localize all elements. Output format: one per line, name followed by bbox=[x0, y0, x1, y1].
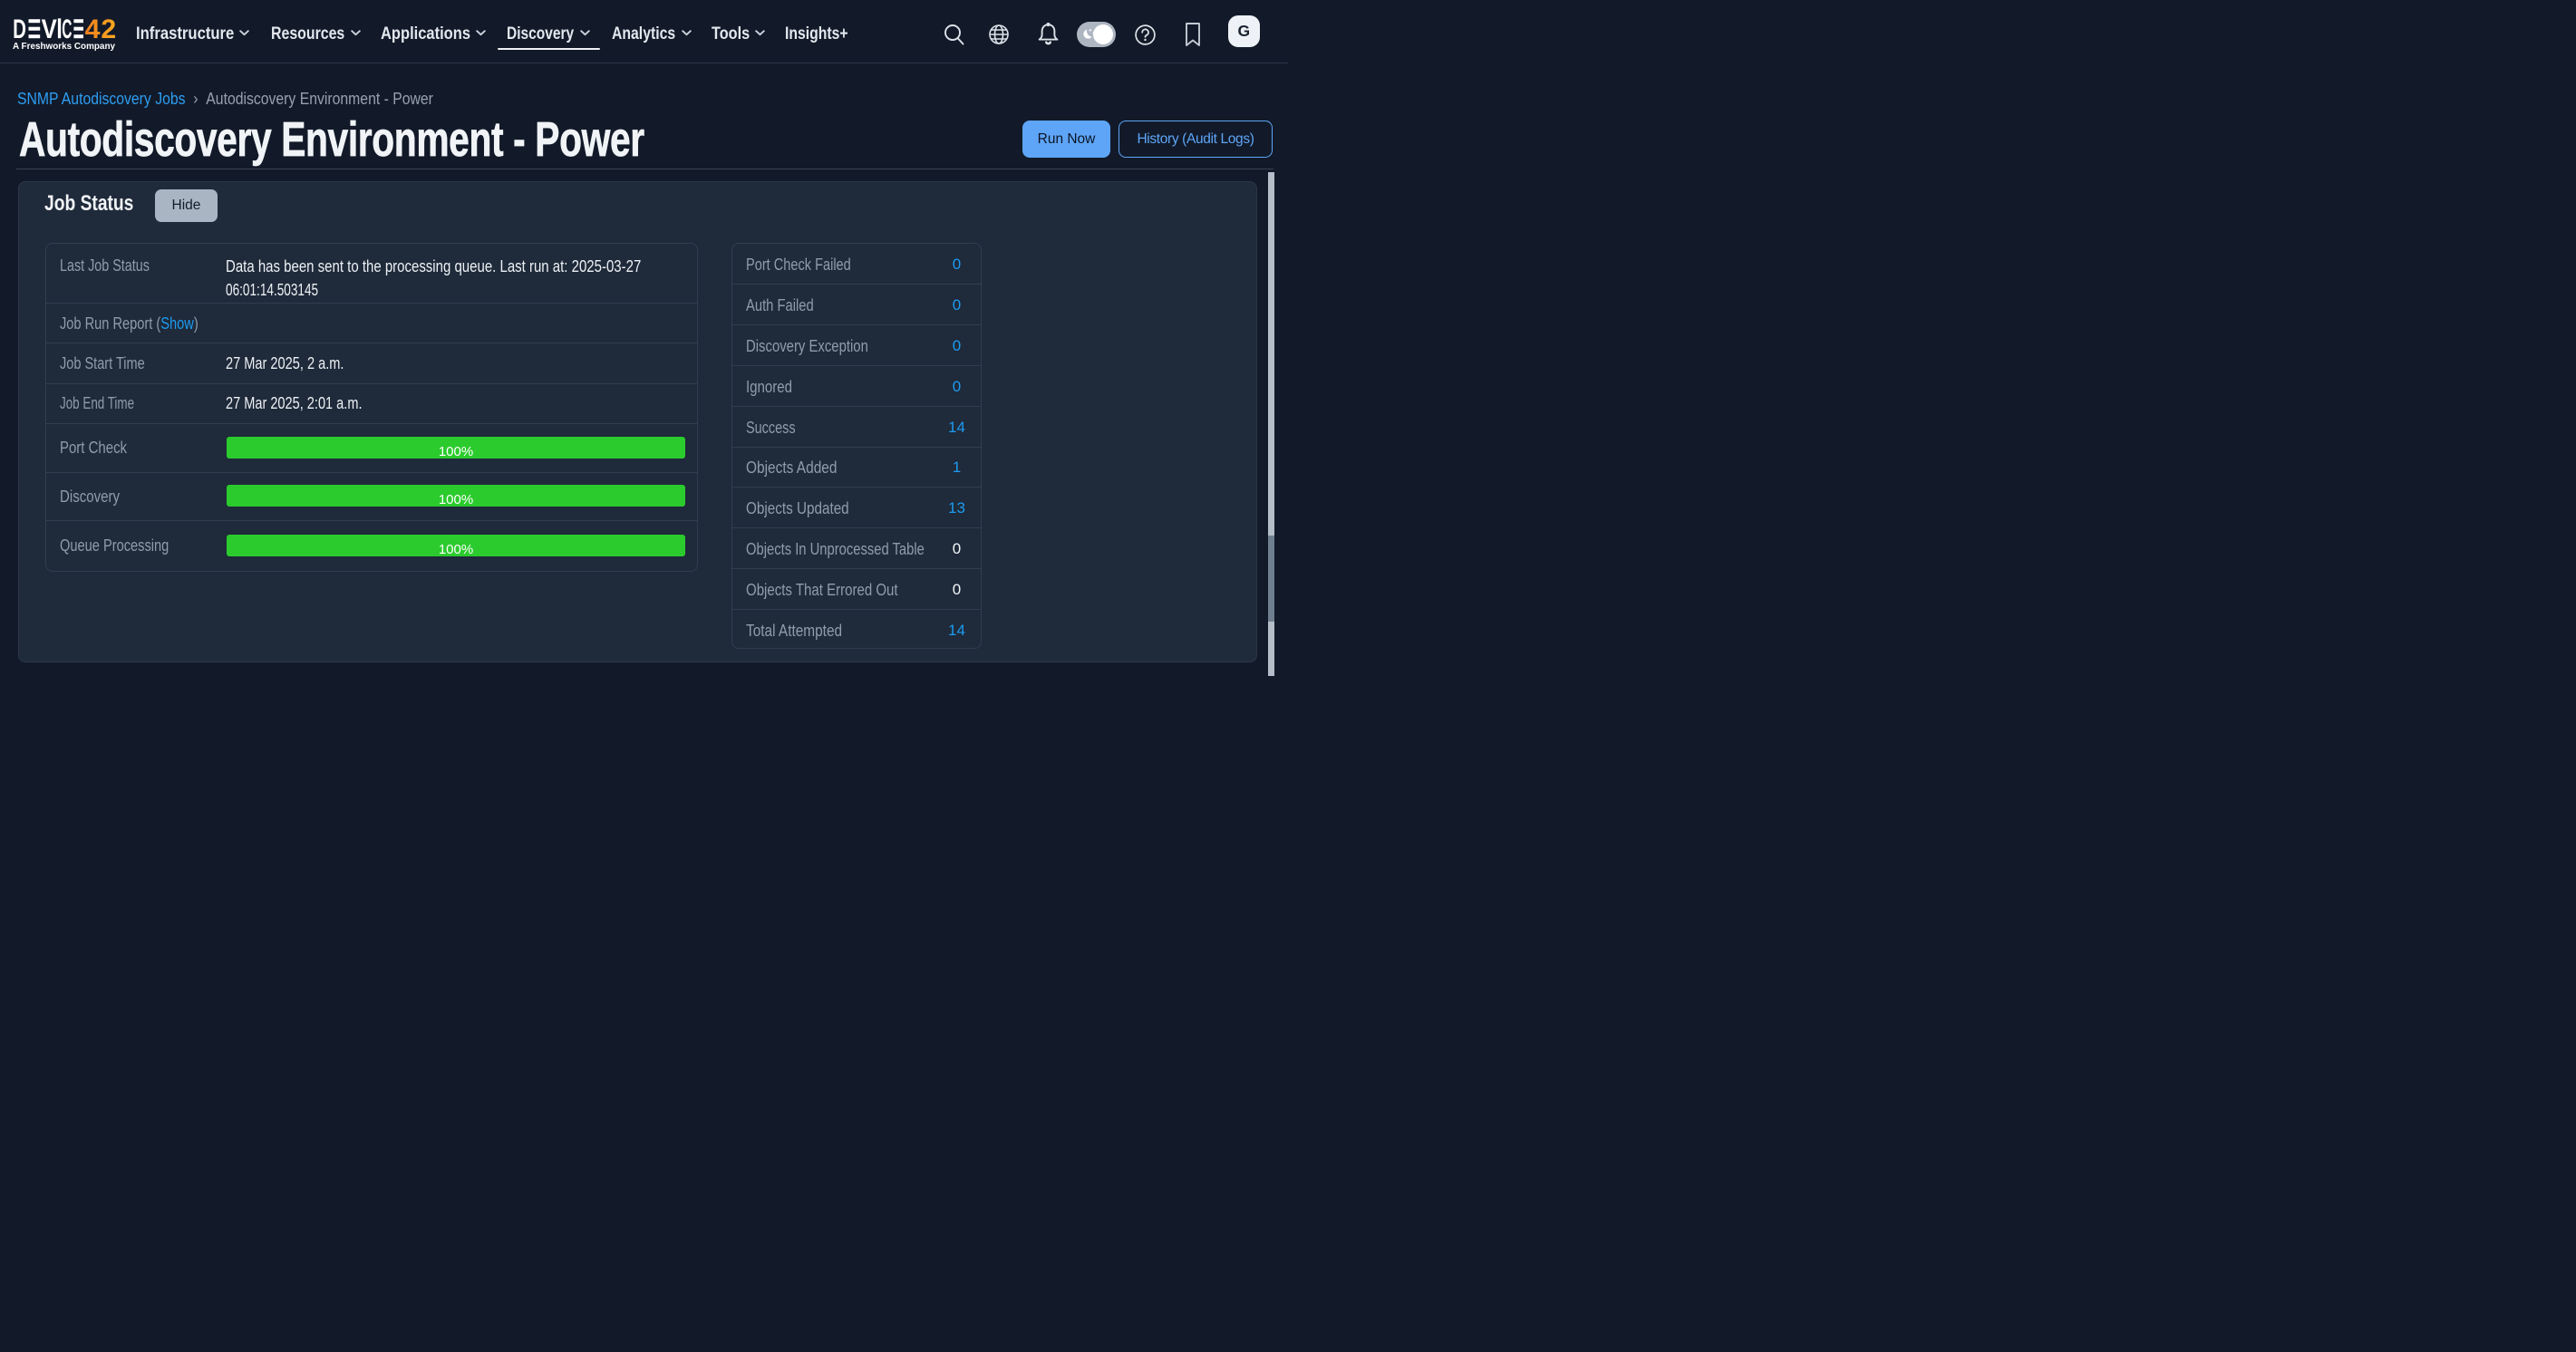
svg-text:A Freshworks Company: A Freshworks Company bbox=[13, 41, 115, 52]
